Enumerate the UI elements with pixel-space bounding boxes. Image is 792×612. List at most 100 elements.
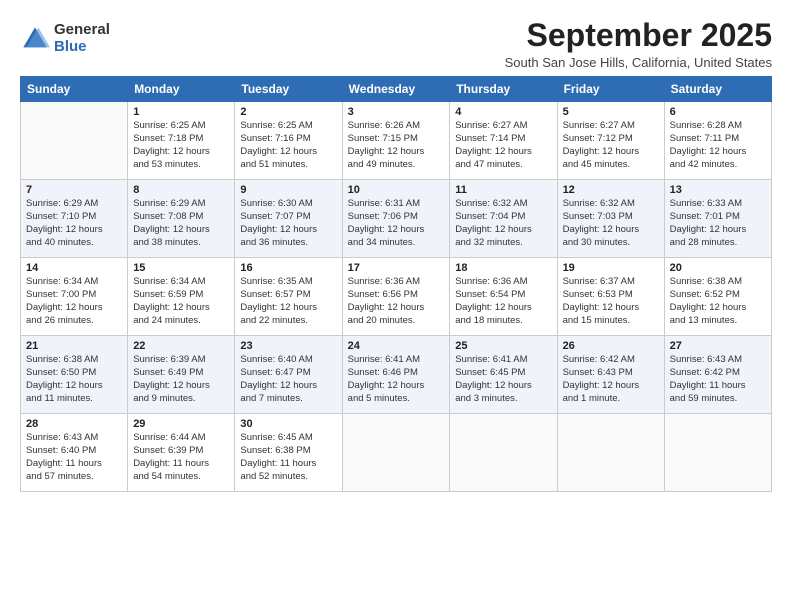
day-number: 26 <box>563 340 659 352</box>
calendar-week-4: 21 Sunrise: 6:38 AMSunset: 6:50 PMDayligh… <box>21 336 772 414</box>
day-info: Sunrise: 6:32 AMSunset: 7:03 PMDaylight:… <box>563 198 659 249</box>
day-info: Sunrise: 6:45 AMSunset: 6:38 PMDaylight:… <box>240 432 336 483</box>
day-number: 7 <box>26 184 122 196</box>
day-number: 18 <box>455 262 551 274</box>
day-info: Sunrise: 6:25 AMSunset: 7:16 PMDaylight:… <box>240 120 336 171</box>
day-info: Sunrise: 6:41 AMSunset: 6:46 PMDaylight:… <box>348 354 445 405</box>
day-info: Sunrise: 6:41 AMSunset: 6:45 PMDaylight:… <box>455 354 551 405</box>
logo-text: General Blue <box>54 22 110 55</box>
month-title: September 2025 <box>505 18 772 53</box>
calendar-cell: 22 Sunrise: 6:39 AMSunset: 6:49 PMDayligh… <box>128 336 235 414</box>
day-info: Sunrise: 6:25 AMSunset: 7:18 PMDaylight:… <box>133 120 229 171</box>
calendar-cell: 17Sunrise: 6:36 AMSunset: 6:56 PMDayligh… <box>342 258 450 336</box>
calendar-cell: 15 Sunrise: 6:34 AMSunset: 6:59 PMDayligh… <box>128 258 235 336</box>
day-number: 22 <box>133 340 229 352</box>
day-info: Sunrise: 6:34 AMSunset: 6:59 PMDaylight:… <box>133 276 229 327</box>
day-info: Sunrise: 6:36 AMSunset: 6:54 PMDaylight:… <box>455 276 551 327</box>
calendar-cell <box>21 102 128 180</box>
day-number: 29 <box>133 418 229 430</box>
logo-icon <box>20 24 50 54</box>
logo-blue-text: Blue <box>54 39 110 56</box>
day-info: Sunrise: 6:39 AMSunset: 6:49 PMDaylight:… <box>133 354 229 405</box>
day-number: 2 <box>240 106 336 118</box>
calendar-week-2: 7 Sunrise: 6:29 AMSunset: 7:10 PMDaylight… <box>21 180 772 258</box>
day-info: Sunrise: 6:43 AMSunset: 6:40 PMDaylight:… <box>26 432 122 483</box>
day-number: 11 <box>455 184 551 196</box>
day-info: Sunrise: 6:27 AMSunset: 7:12 PMDaylight:… <box>563 120 659 171</box>
day-info: Sunrise: 6:35 AMSunset: 6:57 PMDaylight:… <box>240 276 336 327</box>
day-info: Sunrise: 6:43 AMSunset: 6:42 PMDaylight:… <box>670 354 766 405</box>
day-info: Sunrise: 6:30 AMSunset: 7:07 PMDaylight:… <box>240 198 336 249</box>
day-info: Sunrise: 6:44 AMSunset: 6:39 PMDaylight:… <box>133 432 229 483</box>
calendar-cell: 4 Sunrise: 6:27 AMSunset: 7:14 PMDaylight… <box>450 102 557 180</box>
col-tuesday: Tuesday <box>235 77 342 102</box>
day-number: 3 <box>348 106 445 118</box>
day-info: Sunrise: 6:34 AMSunset: 7:00 PMDaylight:… <box>26 276 122 327</box>
logo-general-text: General <box>54 22 110 39</box>
calendar-cell <box>664 414 771 492</box>
page: General Blue September 2025 South San Jo… <box>0 0 792 612</box>
day-info: Sunrise: 6:28 AMSunset: 7:11 PMDaylight:… <box>670 120 766 171</box>
calendar-cell: 2 Sunrise: 6:25 AMSunset: 7:16 PMDaylight… <box>235 102 342 180</box>
day-number: 10 <box>348 184 445 196</box>
calendar-cell <box>342 414 450 492</box>
day-number: 6 <box>670 106 766 118</box>
col-thursday: Thursday <box>450 77 557 102</box>
calendar-cell <box>557 414 664 492</box>
calendar-cell: 28 Sunrise: 6:43 AMSunset: 6:40 PMDayligh… <box>21 414 128 492</box>
calendar-cell: 23 Sunrise: 6:40 AMSunset: 6:47 PMDayligh… <box>235 336 342 414</box>
day-number: 16 <box>240 262 336 274</box>
calendar-cell <box>450 414 557 492</box>
calendar-cell: 26 Sunrise: 6:42 AMSunset: 6:43 PMDayligh… <box>557 336 664 414</box>
day-info: Sunrise: 6:27 AMSunset: 7:14 PMDaylight:… <box>455 120 551 171</box>
col-monday: Monday <box>128 77 235 102</box>
header: General Blue September 2025 South San Jo… <box>20 18 772 70</box>
day-info: Sunrise: 6:42 AMSunset: 6:43 PMDaylight:… <box>563 354 659 405</box>
calendar-cell: 10 Sunrise: 6:31 AMSunset: 7:06 PMDayligh… <box>342 180 450 258</box>
calendar-cell: 1 Sunrise: 6:25 AMSunset: 7:18 PMDaylight… <box>128 102 235 180</box>
day-number: 4 <box>455 106 551 118</box>
day-number: 1 <box>133 106 229 118</box>
day-number: 17 <box>348 262 445 274</box>
calendar-cell: 30Sunrise: 6:45 AMSunset: 6:38 PMDayligh… <box>235 414 342 492</box>
day-info: Sunrise: 6:26 AMSunset: 7:15 PMDaylight:… <box>348 120 445 171</box>
day-info: Sunrise: 6:38 AMSunset: 6:50 PMDaylight:… <box>26 354 122 405</box>
col-saturday: Saturday <box>664 77 771 102</box>
day-number: 24 <box>348 340 445 352</box>
day-number: 25 <box>455 340 551 352</box>
day-number: 12 <box>563 184 659 196</box>
calendar-cell: 27Sunrise: 6:43 AMSunset: 6:42 PMDayligh… <box>664 336 771 414</box>
day-number: 28 <box>26 418 122 430</box>
day-info: Sunrise: 6:33 AMSunset: 7:01 PMDaylight:… <box>670 198 766 249</box>
calendar-cell: 29 Sunrise: 6:44 AMSunset: 6:39 PMDayligh… <box>128 414 235 492</box>
day-info: Sunrise: 6:40 AMSunset: 6:47 PMDaylight:… <box>240 354 336 405</box>
calendar-cell: 24 Sunrise: 6:41 AMSunset: 6:46 PMDayligh… <box>342 336 450 414</box>
day-number: 13 <box>670 184 766 196</box>
day-info: Sunrise: 6:38 AMSunset: 6:52 PMDaylight:… <box>670 276 766 327</box>
calendar-cell: 19Sunrise: 6:37 AMSunset: 6:53 PMDayligh… <box>557 258 664 336</box>
calendar-cell: 9 Sunrise: 6:30 AMSunset: 7:07 PMDaylight… <box>235 180 342 258</box>
day-number: 23 <box>240 340 336 352</box>
col-sunday: Sunday <box>21 77 128 102</box>
location: South San Jose Hills, California, United… <box>505 55 772 70</box>
day-info: Sunrise: 6:29 AMSunset: 7:08 PMDaylight:… <box>133 198 229 249</box>
col-friday: Friday <box>557 77 664 102</box>
day-info: Sunrise: 6:31 AMSunset: 7:06 PMDaylight:… <box>348 198 445 249</box>
calendar-cell: 12 Sunrise: 6:32 AMSunset: 7:03 PMDayligh… <box>557 180 664 258</box>
day-number: 14 <box>26 262 122 274</box>
calendar-week-5: 28 Sunrise: 6:43 AMSunset: 6:40 PMDayligh… <box>21 414 772 492</box>
calendar-cell: 18 Sunrise: 6:36 AMSunset: 6:54 PMDayligh… <box>450 258 557 336</box>
calendar-cell: 25 Sunrise: 6:41 AMSunset: 6:45 PMDayligh… <box>450 336 557 414</box>
calendar-cell: 13 Sunrise: 6:33 AMSunset: 7:01 PMDayligh… <box>664 180 771 258</box>
calendar: Sunday Monday Tuesday Wednesday Thursday… <box>20 76 772 492</box>
day-info: Sunrise: 6:32 AMSunset: 7:04 PMDaylight:… <box>455 198 551 249</box>
day-number: 15 <box>133 262 229 274</box>
day-number: 21 <box>26 340 122 352</box>
calendar-week-3: 14 Sunrise: 6:34 AMSunset: 7:00 PMDayligh… <box>21 258 772 336</box>
day-number: 8 <box>133 184 229 196</box>
day-number: 9 <box>240 184 336 196</box>
calendar-cell: 3 Sunrise: 6:26 AMSunset: 7:15 PMDaylight… <box>342 102 450 180</box>
day-number: 19 <box>563 262 659 274</box>
day-info: Sunrise: 6:29 AMSunset: 7:10 PMDaylight:… <box>26 198 122 249</box>
day-number: 20 <box>670 262 766 274</box>
